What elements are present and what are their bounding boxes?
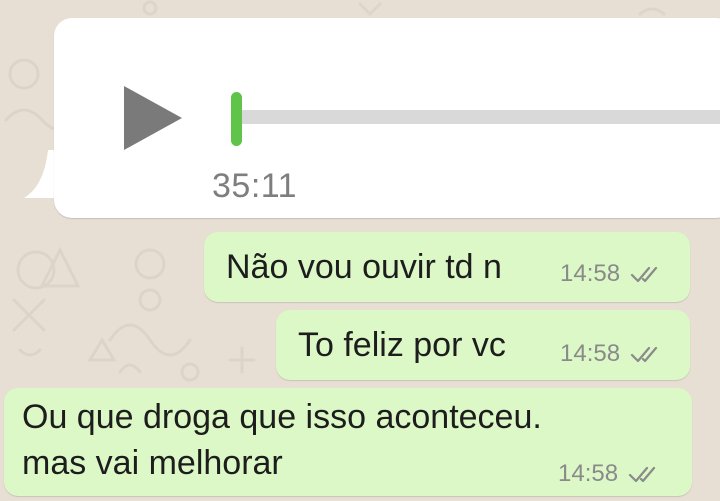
message-meta: 14:58 — [558, 460, 664, 488]
message-time: 14:58 — [558, 460, 619, 487]
outgoing-message[interactable]: Não vou ouvir td n 14:58 — [204, 232, 690, 302]
message-meta: 14:58 — [560, 340, 666, 368]
message-meta: 14:58 — [560, 260, 666, 288]
audio-seek-thumb[interactable] — [231, 92, 242, 146]
double-check-icon — [628, 466, 656, 483]
outgoing-message[interactable]: To feliz por vc 14:58 — [276, 310, 690, 380]
chat-area: 35:11 Não vou ouvir td n 14:58 To feliz … — [0, 0, 720, 501]
audio-duration: 35:11 — [212, 167, 298, 205]
play-button[interactable] — [122, 84, 184, 152]
double-check-icon — [630, 346, 658, 363]
audio-progress-track[interactable] — [236, 110, 720, 124]
outgoing-message[interactable]: Ou que droga que isso aconteceu. mas vai… — [4, 388, 692, 496]
message-time: 14:58 — [560, 340, 621, 367]
message-text: To feliz por vc — [298, 326, 506, 364]
play-icon — [124, 86, 182, 150]
message-text: Ou que droga que isso aconteceu. mas vai… — [22, 398, 542, 482]
double-check-icon — [630, 266, 658, 283]
message-time: 14:58 — [560, 260, 621, 287]
message-text: Não vou ouvir td n — [226, 248, 502, 286]
